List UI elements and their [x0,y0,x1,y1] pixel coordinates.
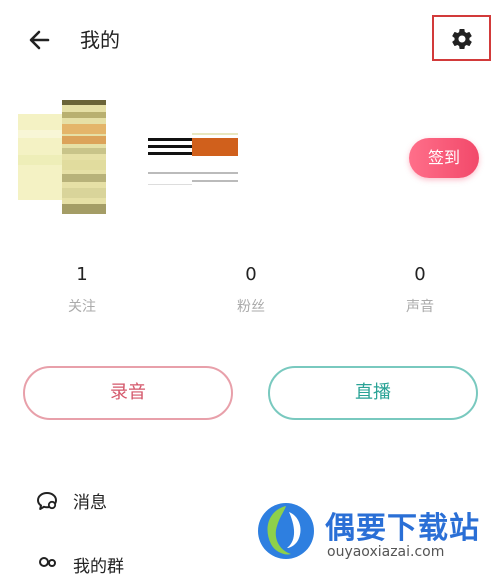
settings-button[interactable] [432,15,491,61]
message-icon [37,492,57,510]
watermark: 偶要下载站 ouyaoxiazai.com [255,500,500,565]
live-button[interactable]: 直播 [268,366,478,420]
stat-fans-count: 0 [245,264,257,285]
stat-sounds-count: 0 [414,264,426,285]
menu-item-label: 消息 [73,493,107,513]
menu-item-messages[interactable]: 消息 [35,486,235,516]
page-title: 我的 [80,28,120,52]
avatar[interactable] [18,100,106,214]
signin-button[interactable]: 签到 [409,138,479,178]
stat-following-count: 1 [76,264,88,285]
stat-sounds[interactable]: 0 声音 [365,262,475,316]
nickname-image [148,133,238,185]
back-button[interactable] [26,26,54,54]
stat-following[interactable]: 1 关注 [27,262,137,316]
record-button[interactable]: 录音 [23,366,233,420]
stat-fans[interactable]: 0 粉丝 [196,262,306,316]
stat-sounds-label: 声音 [406,299,434,315]
stat-fans-label: 粉丝 [237,299,265,315]
stat-following-label: 关注 [68,299,96,315]
gear-icon [452,29,472,50]
watermark-text: 偶要下载站 [325,511,480,546]
watermark-url: ouyaoxiazai.com [327,544,445,560]
header-bar: 我的 [0,0,500,80]
arrow-left-icon [29,30,50,50]
watermark-logo [258,503,314,559]
group-icon [39,557,56,567]
menu-item-groups[interactable]: 我的群 [35,550,235,580]
